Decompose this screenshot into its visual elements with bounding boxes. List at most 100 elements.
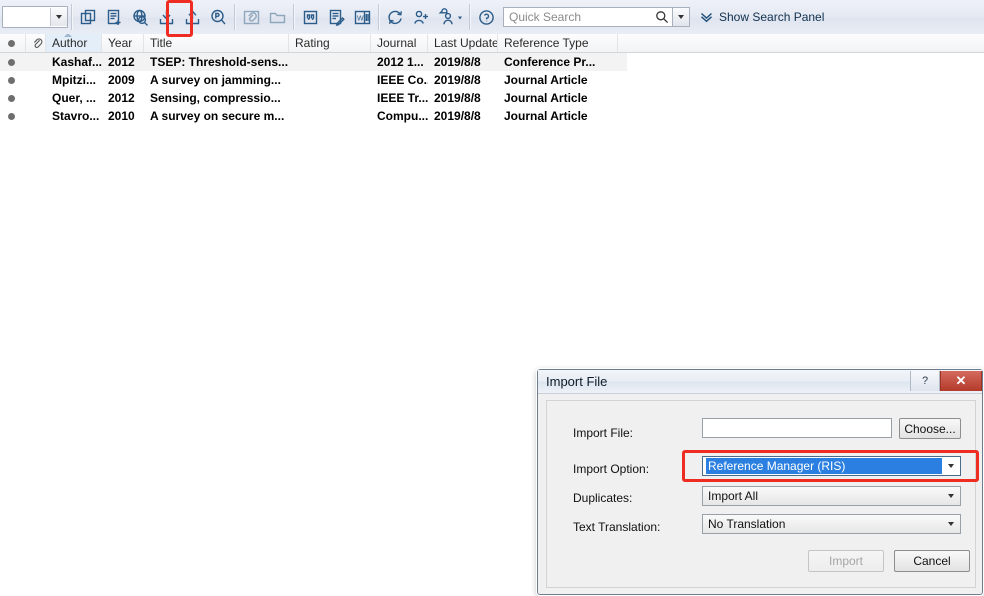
column-header-last-updated[interactable]: Last Updated [428,34,498,52]
row-attachment-cell [26,53,46,71]
column-header-year[interactable]: Year [102,34,144,52]
chevron-down-icon[interactable] [942,494,960,498]
row-status-icon[interactable] [0,71,26,89]
row-status-icon[interactable] [0,53,26,71]
cell-title: A survey on jamming... [150,73,281,87]
open-file-icon[interactable] [264,2,290,32]
column-header-reference-type-label: Reference Type [504,36,589,50]
import-icon[interactable] [153,2,179,32]
toolbar-separator [71,4,72,30]
row-attachment-cell [26,71,46,89]
cancel-button[interactable]: Cancel [894,550,970,572]
toolbar-separator [378,4,379,30]
read-status-dot [8,112,15,120]
cell-last-updated: 2019/8/8 [434,109,481,123]
import-button[interactable]: Import [808,550,884,572]
column-header-title-label: Title [150,36,173,50]
cell-year: 2009 [108,73,135,87]
online-search-icon[interactable] [127,2,153,32]
import-option-select[interactable]: Reference Manager (RIS) [702,456,961,476]
choose-button[interactable]: Choose... [899,418,961,439]
row-status-icon[interactable] [0,107,26,125]
help-icon[interactable] [473,2,499,32]
cell-journal: IEEE Co... [377,73,428,87]
cell-author: Kashaf... [52,55,102,69]
cell-year: 2010 [108,109,135,123]
toolbar-separator [234,4,235,30]
text-translation-value: No Translation [708,517,786,531]
chevron-down-icon[interactable] [50,8,67,26]
cell-reference-type: Conference Pr... [504,55,596,69]
cell-reference-type: Journal Article [504,109,588,123]
cell-author: Quer, ... [52,91,97,105]
cell-author: Mpitzi... [52,73,96,87]
row-status-icon[interactable] [0,89,26,107]
column-header-rating-label: Rating [295,36,330,50]
duplicates-row: Duplicates: [573,491,632,505]
column-header-reference-type[interactable]: Reference Type [498,34,618,52]
sync-icon[interactable] [382,2,408,32]
read-status-icon [8,39,15,47]
table-row[interactable]: Quer, ... 2012 Sensing, compressio... IE… [0,89,984,107]
import-file-dialog: Import File ? ✕ Import File: Choose... I… [536,368,984,596]
cell-journal: Compu... [377,109,428,123]
export-icon[interactable] [179,2,205,32]
column-header-last-updated-label: Last Updated [434,36,497,50]
cite-while-you-write-icon[interactable]: W [349,2,375,32]
new-reference-icon[interactable] [101,2,127,32]
search-icon[interactable] [652,10,672,24]
import-option-value: Reference Manager (RIS) [706,458,942,474]
dialog-titlebar[interactable]: Import File ? ✕ [538,370,982,394]
table-row[interactable]: Kashaf... 2012 TSEP: Threshold-sens... 2… [0,53,627,71]
endnote-window: W Quick Search Show Search Panel Author … [0,0,984,596]
read-status-dot [8,94,15,102]
cell-year: 2012 [108,55,135,69]
main-toolbar: W Quick Search Show Search Panel [0,0,984,37]
copy-references-icon[interactable] [75,2,101,32]
cell-journal: IEEE Tr... [377,91,428,105]
read-status-dot [8,58,15,66]
attach-file-icon[interactable] [238,2,264,32]
cell-rating [289,53,371,71]
find-full-text-pdf-icon[interactable] [205,2,231,32]
duplicates-select[interactable]: Import All [702,486,961,506]
library-select[interactable] [2,6,68,28]
share-library-icon[interactable] [408,2,434,32]
toolbar-separator [469,4,470,30]
sort-ascending-icon [64,34,72,37]
close-button[interactable]: ✕ [940,371,982,391]
cell-title: A survey on secure m... [150,109,285,123]
text-translation-label: Text Translation: [573,520,661,534]
quick-search-dropdown-icon[interactable] [673,7,690,27]
cell-rating [289,107,371,125]
cell-title: TSEP: Threshold-sens... [150,55,289,69]
column-header-author[interactable]: Author [46,34,102,52]
format-bibliography-icon[interactable] [323,2,349,32]
quick-search-input[interactable]: Quick Search [503,7,673,27]
column-header-attachment[interactable] [26,34,46,52]
column-header-status[interactable] [0,34,26,52]
column-header-journal[interactable]: Journal [371,34,428,52]
cell-last-updated: 2019/8/8 [434,55,481,69]
chevron-down-icon[interactable] [942,464,960,468]
import-file-label: Import File: [573,426,634,440]
column-header-title[interactable]: Title [144,34,289,52]
import-file-input[interactable] [702,418,892,438]
cell-year: 2012 [108,91,135,105]
cell-reference-type: Journal Article [504,91,588,105]
column-header-rating[interactable]: Rating [289,34,371,52]
chevron-down-icon[interactable] [942,522,960,526]
show-search-panel-button[interactable]: Show Search Panel [700,10,824,24]
table-row[interactable]: Stavro... 2010 A survey on secure m... C… [0,107,984,125]
cell-rating [289,71,371,89]
column-header-spacer [618,34,984,52]
insert-citation-icon[interactable] [297,2,323,32]
import-option-row: Import Option: [573,462,649,476]
help-button[interactable]: ? [910,371,940,391]
text-translation-select[interactable]: No Translation [702,514,961,534]
cell-last-updated: 2019/8/8 [434,91,481,105]
duplicates-label: Duplicates: [573,491,633,505]
share-group-icon[interactable] [434,2,466,32]
table-row[interactable]: Mpitzi... 2009 A survey on jamming... IE… [0,71,984,89]
column-header-year-label: Year [108,36,133,50]
